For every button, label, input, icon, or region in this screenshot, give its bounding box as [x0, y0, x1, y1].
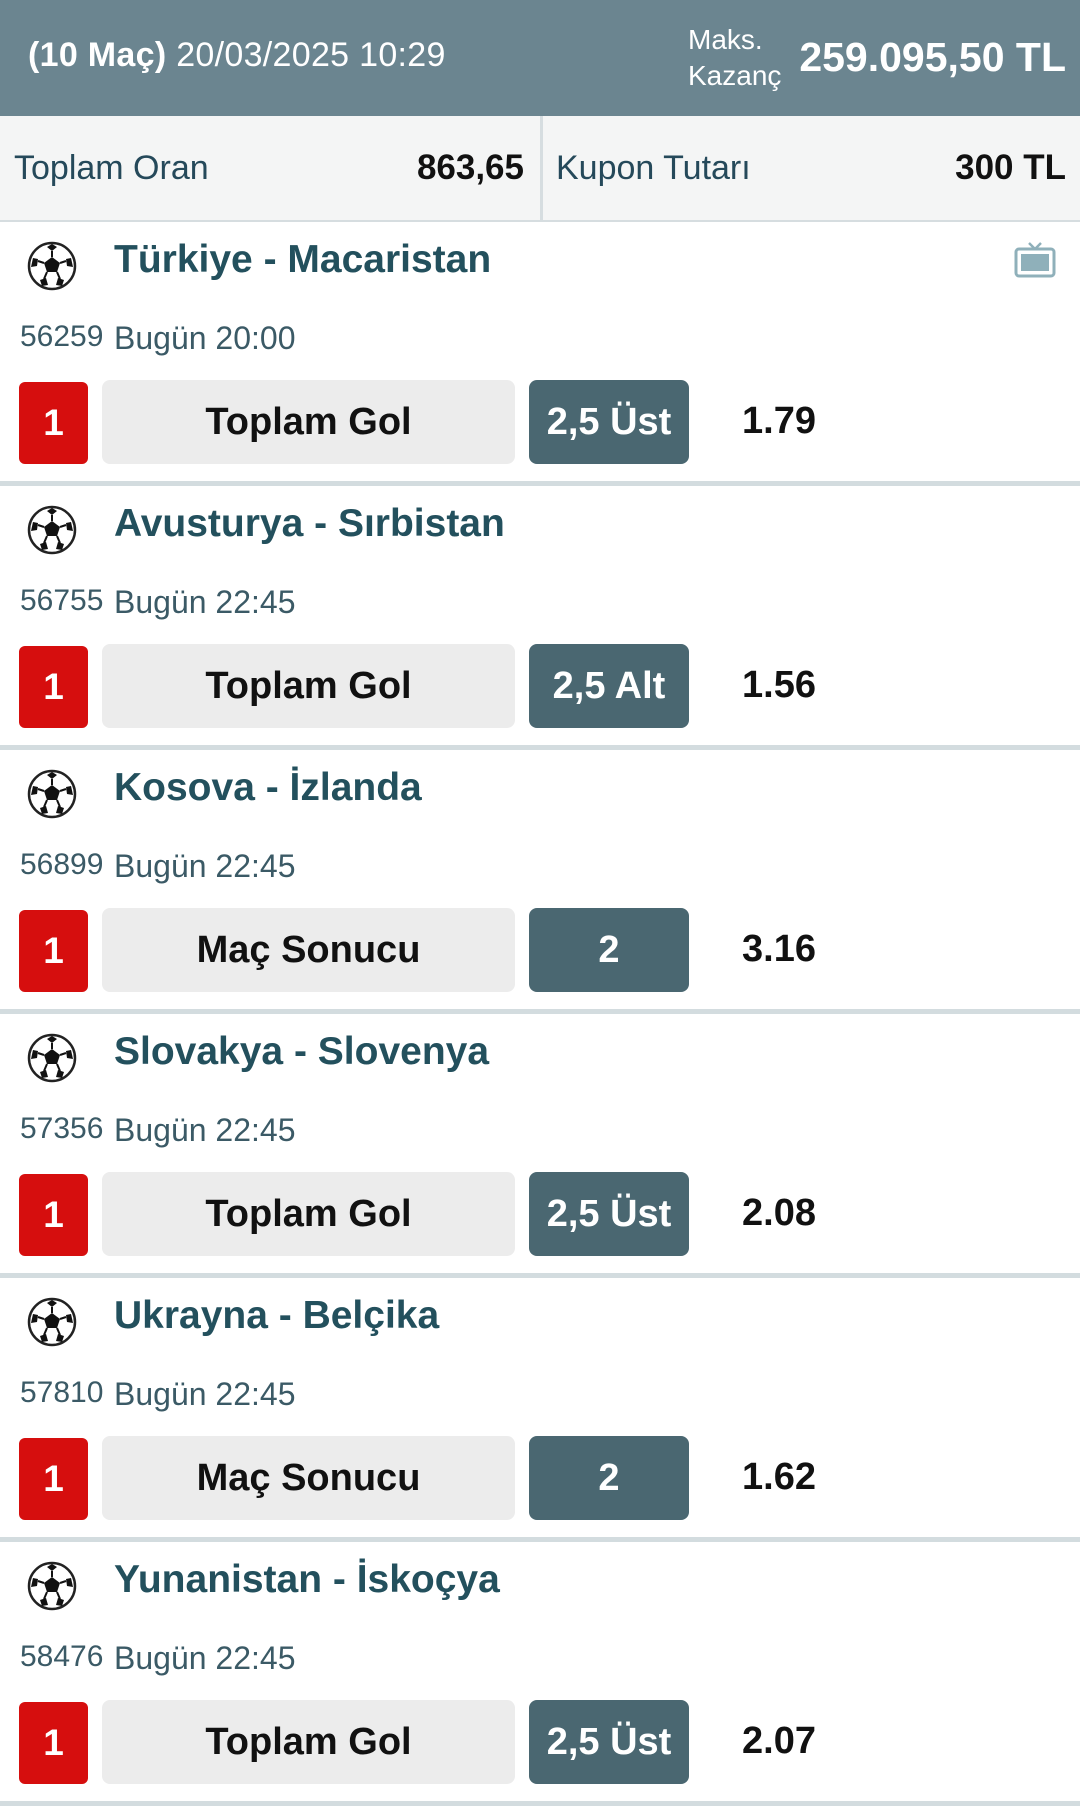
match-item: Türkiye - Macaristan 56259 Bugün 20:00 1… — [0, 222, 1080, 486]
match-code: 56259 — [20, 320, 104, 353]
mbs-badge: 1 — [19, 910, 88, 992]
match-item: Ukrayna - Belçika 57810 Bugün 22:45 1 Ma… — [0, 1278, 1080, 1542]
market-label: Toplam Gol — [102, 1172, 515, 1256]
total-odds-label: Toplam Oran — [14, 148, 209, 187]
match-time: Bugün 20:00 — [114, 320, 296, 356]
match-teams[interactable]: Kosova - İzlanda — [114, 766, 422, 810]
odd-value: 1.79 — [742, 400, 816, 442]
summary-divider — [540, 116, 543, 220]
match-teams[interactable]: Yunanistan - İskoçya — [114, 1558, 500, 1602]
match-time: Bugün 22:45 — [114, 1640, 296, 1676]
max-win-label-line1: Maks. — [688, 24, 763, 55]
coupon-amount-label: Kupon Tutarı — [556, 148, 751, 187]
match-teams[interactable]: Slovakya - Slovenya — [114, 1030, 489, 1074]
soccer-ball-icon — [27, 505, 77, 555]
market-label: Toplam Gol — [102, 644, 515, 728]
match-time: Bugün 22:45 — [114, 1376, 296, 1412]
mbs-badge: 1 — [19, 1174, 88, 1256]
soccer-ball-icon — [27, 241, 77, 291]
match-code: 57810 — [20, 1376, 104, 1409]
odd-value: 2.07 — [742, 1720, 816, 1762]
odd-value: 1.62 — [742, 1456, 816, 1498]
match-list: Türkiye - Macaristan 56259 Bugün 20:00 1… — [0, 222, 1080, 1806]
max-win-label-line2: Kazanç — [688, 60, 782, 91]
coupon-amount-value: 300 TL — [955, 148, 1066, 187]
match-time: Bugün 22:45 — [114, 584, 296, 620]
match-teams[interactable]: Ukrayna - Belçika — [114, 1294, 439, 1338]
market-label: Toplam Gol — [102, 1700, 515, 1784]
soccer-ball-icon — [27, 1561, 77, 1611]
match-code: 58476 — [20, 1640, 104, 1673]
match-time: Bugün 22:45 — [114, 1112, 296, 1148]
match-code: 57356 — [20, 1112, 104, 1145]
match-count: (10 Maç) — [28, 36, 167, 74]
mbs-badge: 1 — [19, 1438, 88, 1520]
market-label: Maç Sonucu — [102, 1436, 515, 1520]
coupon-summary: Toplam Oran 863,65 Kupon Tutarı 300 TL — [0, 116, 1080, 223]
match-item: Yunanistan - İskoçya 58476 Bugün 22:45 1… — [0, 1542, 1080, 1806]
odd-value: 2.08 — [742, 1192, 816, 1234]
market-label: Toplam Gol — [102, 380, 515, 464]
mbs-badge: 1 — [19, 1702, 88, 1784]
soccer-ball-icon — [27, 769, 77, 819]
selected-outcome[interactable]: 2,5 Alt — [529, 644, 689, 728]
mbs-badge: 1 — [19, 646, 88, 728]
match-item: Kosova - İzlanda 56899 Bugün 22:45 1 Maç… — [0, 750, 1080, 1014]
max-win-label: Maks. Kazanç — [688, 22, 781, 94]
selected-outcome[interactable]: 2,5 Üst — [529, 1700, 689, 1784]
selected-outcome[interactable]: 2 — [529, 908, 689, 992]
odd-value: 3.16 — [742, 928, 816, 970]
match-time: Bugün 22:45 — [114, 848, 296, 884]
soccer-ball-icon — [27, 1297, 77, 1347]
total-odds-value: 863,65 — [416, 148, 524, 187]
selected-outcome[interactable]: 2,5 Üst — [529, 1172, 689, 1256]
tv-icon[interactable] — [1014, 240, 1056, 280]
match-teams[interactable]: Türkiye - Macaristan — [114, 238, 491, 282]
match-item: Slovakya - Slovenya 57356 Bugün 22:45 1 … — [0, 1014, 1080, 1278]
mbs-badge: 1 — [19, 382, 88, 464]
soccer-ball-icon — [27, 1033, 77, 1083]
max-win-amount: 259.095,50 TL — [799, 34, 1066, 80]
selected-outcome[interactable]: 2,5 Üst — [529, 380, 689, 464]
selected-outcome[interactable]: 2 — [529, 1436, 689, 1520]
odd-value: 1.56 — [742, 664, 816, 706]
coupon-header: (10 Maç) 20/03/2025 10:29 Maks. Kazanç 2… — [0, 0, 1080, 116]
market-label: Maç Sonucu — [102, 908, 515, 992]
match-item: Avusturya - Sırbistan 56755 Bugün 22:45 … — [0, 486, 1080, 750]
coupon-title: (10 Maç) 20/03/2025 10:29 — [28, 36, 446, 75]
match-code: 56755 — [20, 584, 104, 617]
match-code: 56899 — [20, 848, 104, 881]
match-teams[interactable]: Avusturya - Sırbistan — [114, 502, 505, 546]
coupon-datetime: 20/03/2025 10:29 — [176, 36, 446, 74]
